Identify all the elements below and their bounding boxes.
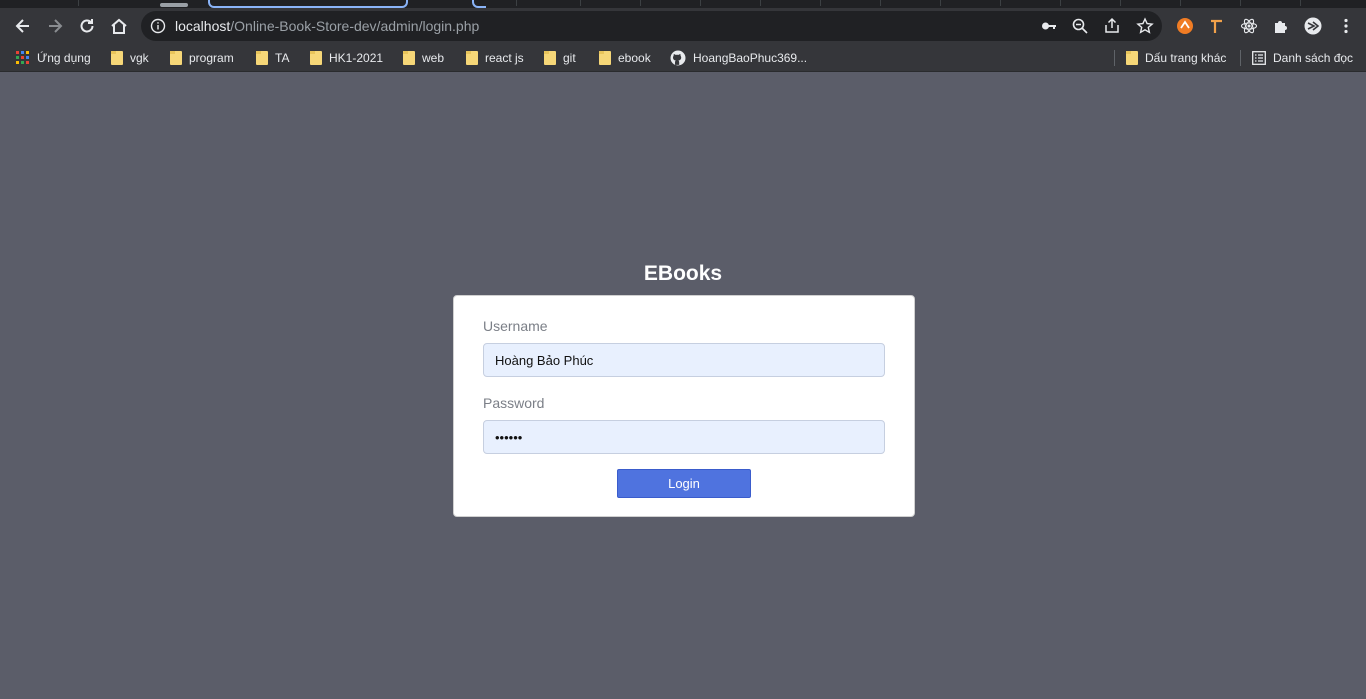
folder-icon bbox=[544, 51, 556, 65]
reading-list-icon bbox=[1252, 51, 1266, 65]
tab-strip bbox=[0, 0, 1366, 8]
bookmark-label: TA bbox=[275, 51, 290, 65]
folder-icon bbox=[599, 51, 611, 65]
tab-favicon-fragment[interactable] bbox=[160, 3, 188, 7]
react-devtools-icon[interactable] bbox=[1240, 17, 1258, 35]
username-input[interactable]: Hoàng Bảo Phúc bbox=[483, 343, 885, 377]
bookmark-label: Danh sách đọc bbox=[1273, 51, 1354, 65]
home-button[interactable] bbox=[105, 12, 133, 40]
login-button[interactable]: Login bbox=[617, 469, 751, 498]
puzzle-icon[interactable] bbox=[1272, 17, 1290, 35]
tab-divider bbox=[1060, 0, 1061, 6]
tab-divider bbox=[940, 0, 941, 6]
tab-divider bbox=[78, 0, 79, 6]
tab-divider bbox=[820, 0, 821, 6]
info-icon[interactable] bbox=[150, 18, 166, 34]
password-label: Password bbox=[483, 395, 545, 411]
menu-kebab-icon[interactable] bbox=[1337, 17, 1355, 35]
tab-divider bbox=[1180, 0, 1181, 6]
reading-list[interactable]: Danh sách đọc bbox=[1252, 48, 1353, 68]
tab-divider bbox=[760, 0, 761, 6]
url-path: /Online-Book-Store-dev/admin/login.php bbox=[230, 18, 480, 34]
bookmark-label: ebook bbox=[618, 51, 651, 65]
folder-icon bbox=[170, 51, 182, 65]
forward-button[interactable] bbox=[41, 12, 69, 40]
bookmark-label: program bbox=[189, 51, 234, 65]
extension-pick-icon[interactable] bbox=[1208, 17, 1226, 35]
arrow-right-icon bbox=[49, 19, 63, 33]
bookmark-label: HK1-2021 bbox=[329, 51, 384, 65]
tab-active-fragment[interactable] bbox=[208, 0, 408, 8]
tab-divider bbox=[1240, 0, 1241, 6]
home-icon bbox=[111, 18, 127, 34]
username-label: Username bbox=[483, 318, 548, 334]
bookmark-folder[interactable]: HK1-2021 bbox=[310, 48, 383, 68]
folder-icon bbox=[1126, 51, 1138, 65]
tab-divider bbox=[640, 0, 641, 6]
zoom-out-icon[interactable] bbox=[1071, 17, 1089, 35]
reload-button[interactable] bbox=[73, 12, 101, 40]
bookmark-label: Dấu trang khác bbox=[1145, 51, 1227, 65]
folder-icon bbox=[403, 51, 415, 65]
bookmark-folder[interactable]: TA bbox=[256, 48, 289, 68]
bookmark-folder[interactable]: ebook bbox=[599, 48, 651, 68]
key-icon[interactable] bbox=[1040, 17, 1058, 35]
bookmark-github[interactable]: HoangBaoPhuc369... bbox=[670, 48, 807, 68]
page-title: EBooks bbox=[643, 262, 723, 285]
bookmark-folder[interactable]: react js bbox=[466, 48, 524, 68]
address-bar[interactable]: localhost/Online-Book-Store-dev/admin/lo… bbox=[141, 11, 1162, 41]
arrow-left-icon bbox=[15, 19, 29, 33]
folder-icon bbox=[466, 51, 478, 65]
bookmark-label: vgk bbox=[130, 51, 149, 65]
url-text[interactable]: localhost/Online-Book-Store-dev/admin/lo… bbox=[175, 18, 479, 34]
bookmark-label: HoangBaoPhuc369... bbox=[693, 51, 808, 65]
tab-divider bbox=[1300, 0, 1301, 6]
other-bookmarks[interactable]: Dấu trang khác bbox=[1126, 48, 1226, 68]
folder-icon bbox=[111, 51, 123, 65]
tab-divider bbox=[700, 0, 701, 6]
bookmarks-divider bbox=[1114, 50, 1115, 66]
apps-grid-icon bbox=[16, 51, 29, 64]
tab-divider bbox=[1000, 0, 1001, 6]
tab-fragment[interactable] bbox=[472, 0, 486, 8]
back-button[interactable] bbox=[9, 12, 37, 40]
url-host: localhost bbox=[175, 18, 231, 34]
extension-orange-icon[interactable] bbox=[1176, 17, 1194, 35]
bookmark-folder[interactable]: web bbox=[403, 48, 444, 68]
tab-divider bbox=[1120, 0, 1121, 6]
bookmarks-bar: Ứng dụng vgk program TA HK1-2021 web rea… bbox=[0, 44, 1366, 72]
tab-divider bbox=[580, 0, 581, 6]
bookmarks-divider bbox=[1240, 50, 1241, 66]
star-icon[interactable] bbox=[1136, 17, 1154, 35]
tab-divider bbox=[880, 0, 881, 6]
github-icon bbox=[670, 50, 686, 66]
bookmark-label: git bbox=[563, 51, 576, 65]
profile-avatar-icon[interactable] bbox=[1304, 17, 1322, 35]
tab-divider bbox=[516, 0, 517, 6]
bookmark-label: web bbox=[422, 51, 445, 65]
bookmark-folder[interactable]: git bbox=[544, 48, 576, 68]
bookmark-label: Ứng dụng bbox=[37, 51, 91, 65]
reload-icon bbox=[80, 19, 94, 33]
bookmark-label: react js bbox=[485, 51, 524, 65]
share-icon[interactable] bbox=[1103, 17, 1121, 35]
browser-toolbar: localhost/Online-Book-Store-dev/admin/lo… bbox=[0, 8, 1366, 44]
bookmark-folder[interactable]: program bbox=[170, 48, 234, 68]
folder-icon bbox=[310, 51, 322, 65]
bookmark-folder[interactable]: vgk bbox=[111, 48, 149, 68]
bookmark-apps[interactable]: Ứng dụng bbox=[16, 48, 91, 68]
login-card: Username Hoàng Bảo Phúc Password •••••• … bbox=[453, 295, 915, 517]
folder-icon bbox=[256, 51, 268, 65]
password-input[interactable]: •••••• bbox=[483, 420, 885, 454]
